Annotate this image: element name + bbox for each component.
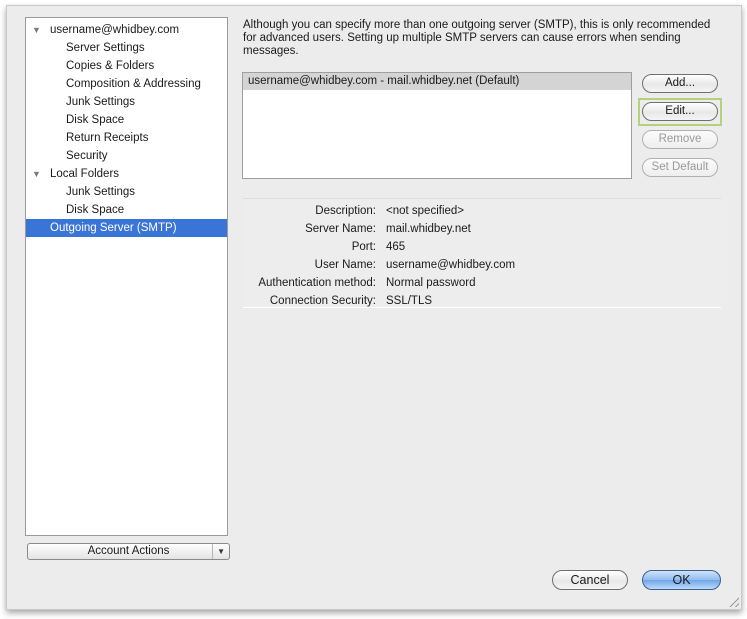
- resize-grip-icon[interactable]: [727, 595, 739, 607]
- account-settings-window: ▼ username@whidbey.com Server Settings C…: [6, 5, 742, 610]
- detail-label: Authentication method:: [258, 277, 376, 289]
- dropdown-arrow-icon: ▼: [217, 547, 225, 556]
- tree-item-outgoing-server[interactable]: Outgoing Server (SMTP): [26, 219, 227, 237]
- account-actions-label: Account Actions: [87, 545, 170, 557]
- tree-item-account[interactable]: ▼ username@whidbey.com: [26, 21, 227, 39]
- detail-label: User Name:: [314, 259, 376, 271]
- detail-description: Description: <not specified>: [243, 202, 721, 220]
- detail-value: username@whidbey.com: [386, 259, 516, 271]
- detail-label: Connection Security:: [269, 295, 376, 307]
- remove-button[interactable]: Remove: [642, 130, 718, 149]
- detail-value: <not specified>: [386, 205, 465, 217]
- detail-label: Server Name:: [305, 223, 376, 235]
- tree-item-label: Junk Settings: [66, 186, 136, 198]
- tree-item-copies-folders[interactable]: Copies & Folders: [26, 57, 227, 75]
- detail-label: Port:: [351, 241, 376, 253]
- tree-item-label: Disk Space: [66, 204, 125, 216]
- detail-connection-security: Connection Security: SSL/TLS: [243, 292, 721, 310]
- set-default-button[interactable]: Set Default: [642, 158, 718, 177]
- detail-value: 465: [386, 241, 406, 253]
- detail-label: Description:: [315, 205, 376, 217]
- detail-authentication-method: Authentication method: Normal password: [243, 274, 721, 292]
- tree-item-server-settings[interactable]: Server Settings: [26, 39, 227, 57]
- detail-server-name: Server Name: mail.whidbey.net: [243, 220, 721, 238]
- smtp-server-list[interactable]: username@whidbey.com - mail.whidbey.net …: [242, 72, 632, 179]
- detail-port: Port: 465: [243, 238, 721, 256]
- detail-value: SSL/TLS: [386, 295, 433, 307]
- tree-item-label: Local Folders: [50, 168, 120, 180]
- tree-item-security[interactable]: Security: [26, 147, 227, 165]
- detail-value: Normal password: [386, 277, 476, 289]
- edit-button[interactable]: Edit...: [642, 102, 718, 121]
- tree-item-composition-addressing[interactable]: Composition & Addressing: [26, 75, 227, 93]
- account-tree: ▼ username@whidbey.com Server Settings C…: [25, 17, 228, 536]
- disclosure-triangle-icon[interactable]: ▼: [32, 165, 42, 183]
- cancel-button[interactable]: Cancel: [552, 570, 628, 590]
- server-details-panel: Description: <not specified> Server Name…: [243, 198, 721, 308]
- detail-value: mail.whidbey.net: [386, 223, 471, 235]
- account-actions-dropdown[interactable]: Account Actions ▼: [27, 543, 230, 560]
- smtp-info-text: Although you can specify more than one o…: [243, 19, 711, 57]
- tree-item-label: Return Receipts: [66, 132, 149, 144]
- disclosure-triangle-icon[interactable]: ▼: [32, 21, 42, 39]
- smtp-server-row[interactable]: username@whidbey.com - mail.whidbey.net …: [243, 73, 631, 90]
- tree-item-disk-space[interactable]: Disk Space: [26, 111, 227, 129]
- tree-item-label: Server Settings: [66, 42, 145, 54]
- dropdown-separator: [212, 544, 213, 559]
- ok-button[interactable]: OK: [642, 570, 721, 590]
- tree-item-local-disk-space[interactable]: Disk Space: [26, 201, 227, 219]
- tree-item-junk-settings[interactable]: Junk Settings: [26, 93, 227, 111]
- tree-item-label: Security: [66, 150, 108, 162]
- detail-user-name: User Name: username@whidbey.com: [243, 256, 721, 274]
- tree-item-label: Junk Settings: [66, 96, 136, 108]
- tree-item-return-receipts[interactable]: Return Receipts: [26, 129, 227, 147]
- add-button[interactable]: Add...: [642, 74, 718, 93]
- tree-item-local-junk-settings[interactable]: Junk Settings: [26, 183, 227, 201]
- tree-item-label: Disk Space: [66, 114, 125, 126]
- tree-item-label: Outgoing Server (SMTP): [50, 222, 177, 234]
- tree-item-label: Copies & Folders: [66, 60, 155, 72]
- tree-item-local-folders[interactable]: ▼ Local Folders: [26, 165, 227, 183]
- tree-item-label: Composition & Addressing: [66, 78, 201, 90]
- tree-item-label: username@whidbey.com: [50, 24, 180, 36]
